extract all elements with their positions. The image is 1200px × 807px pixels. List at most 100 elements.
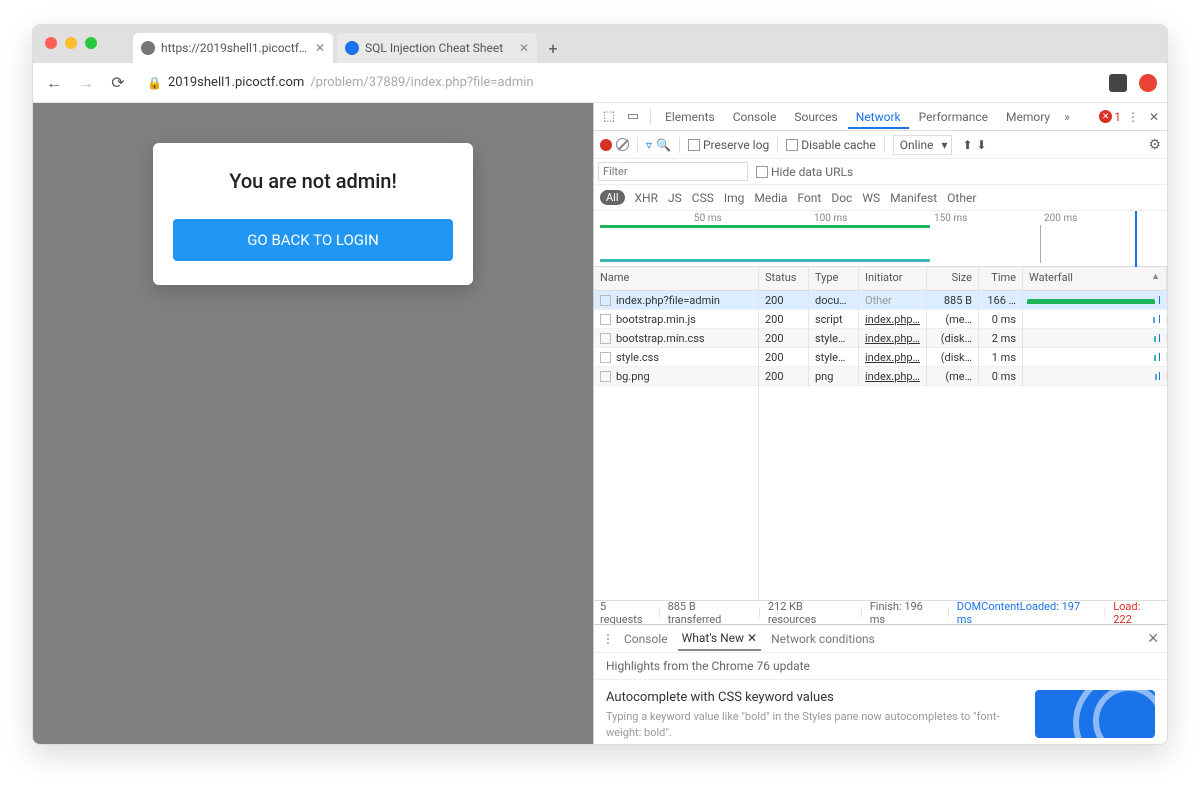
col-size[interactable]: Size <box>927 267 979 290</box>
col-waterfall[interactable]: Waterfall▲ <box>1023 267 1167 290</box>
waterfall-bar <box>1027 299 1155 304</box>
initiator-link[interactable]: index.php… <box>865 351 920 364</box>
error-badge[interactable]: ✕1 <box>1099 110 1121 124</box>
filter-js[interactable]: JS <box>668 191 682 205</box>
file-icon <box>600 371 611 382</box>
hide-data-urls-checkbox[interactable]: Hide data URLs <box>756 165 853 179</box>
extension-icon[interactable] <box>1109 74 1127 92</box>
tab-sources[interactable]: Sources <box>786 105 845 129</box>
go-back-button[interactable]: GO BACK TO LOGIN <box>173 219 453 261</box>
initiator-link[interactable]: index.php… <box>865 370 920 383</box>
drawer-tab-console[interactable]: Console <box>620 628 672 650</box>
drawer-tab-whatsnew[interactable]: What's New ✕ <box>678 627 761 651</box>
col-initiator[interactable]: Initiator <box>859 267 927 290</box>
reload-button[interactable]: ⟳ <box>107 73 129 92</box>
settings-icon[interactable]: ⚙ <box>1148 137 1161 153</box>
browser-tab[interactable]: SQL Injection Cheat Sheet ✕ <box>337 33 537 63</box>
tab-network[interactable]: Network <box>848 105 909 129</box>
file-icon <box>600 333 611 344</box>
table-row[interactable]: bg.png200pngindex.php…(me…0 ms <box>594 367 1167 386</box>
devtools-close-icon[interactable]: ✕ <box>1145 110 1163 124</box>
devtools-menu-icon[interactable]: ⋮ <box>1123 110 1143 124</box>
minimize-window-button[interactable] <box>65 37 77 49</box>
maximize-window-button[interactable] <box>85 37 97 49</box>
record-button[interactable] <box>600 139 612 151</box>
devtools-drawer: ⋮ Console What's New ✕ Network condition… <box>594 624 1167 744</box>
file-icon <box>600 314 611 325</box>
tabstrip: https://2019shell1.picoctf.com ✕ SQL Inj… <box>33 25 1167 63</box>
col-name[interactable]: Name <box>594 267 759 290</box>
filter-ws[interactable]: WS <box>862 191 880 205</box>
filter-media[interactable]: Media <box>754 191 787 205</box>
col-status[interactable]: Status <box>759 267 809 290</box>
devtools-tabbar: ⬚ ▭ Elements Console Sources Network Per… <box>594 103 1167 131</box>
col-type[interactable]: Type <box>809 267 859 290</box>
network-summary: 5 requests| 885 B transferred| 212 KB re… <box>594 600 1167 624</box>
filter-css[interactable]: CSS <box>692 191 714 205</box>
tab-memory[interactable]: Memory <box>998 105 1058 129</box>
filter-img[interactable]: Img <box>724 191 745 205</box>
throttling-select[interactable]: Online ▾ <box>893 135 953 155</box>
drawer-close-icon[interactable]: ✕ <box>1147 631 1159 647</box>
filter-icon[interactable]: ▿ <box>646 138 652 152</box>
initiator-link[interactable]: index.php… <box>865 332 920 345</box>
table-row[interactable]: index.php?file=admin200docu…Other885 B16… <box>594 291 1167 310</box>
favicon-icon <box>345 41 359 55</box>
lock-icon: 🔒 <box>147 76 162 90</box>
close-window-button[interactable] <box>45 37 57 49</box>
browser-tab-active[interactable]: https://2019shell1.picoctf.com ✕ <box>133 33 333 63</box>
close-tab-icon[interactable]: ✕ <box>315 41 325 55</box>
table-row[interactable]: bootstrap.min.js200scriptindex.php…(me…0… <box>594 310 1167 329</box>
download-icon[interactable]: ⬇ <box>977 138 987 152</box>
close-tab-icon[interactable]: ✕ <box>519 41 529 55</box>
drawer-tab-network-conditions[interactable]: Network conditions <box>767 628 879 650</box>
filter-all[interactable]: All <box>600 190 625 205</box>
file-icon <box>600 295 611 306</box>
tab-console[interactable]: Console <box>725 105 785 129</box>
device-icon[interactable]: ▭ <box>622 109 644 124</box>
load-line <box>1159 353 1160 361</box>
disable-cache-checkbox[interactable]: Disable cache <box>786 138 876 152</box>
error-dot-icon: ✕ <box>1099 110 1112 123</box>
col-time[interactable]: Time <box>979 267 1023 290</box>
waterfall-tick <box>1155 374 1157 380</box>
filter-row: Hide data URLs <box>594 159 1167 185</box>
back-button[interactable]: ← <box>43 73 65 93</box>
table-header: Name Status Type Initiator Size Time Wat… <box>594 267 1167 291</box>
summary-load: Load: 222 <box>1113 600 1161 626</box>
timeline-label: 150 ms <box>934 213 967 224</box>
whatsnew-highlight: Highlights from the Chrome 76 update <box>594 653 1167 680</box>
timeline-label: 200 ms <box>1044 213 1077 224</box>
type-filter-row: All XHR JS CSS Img Media Font Doc WS Man… <box>594 185 1167 211</box>
address-bar: ← → ⟳ 🔒 2019shell1.picoctf.com/problem/3… <box>33 63 1167 103</box>
filter-input[interactable] <box>598 162 748 181</box>
network-table: Name Status Type Initiator Size Time Wat… <box>594 267 1167 600</box>
table-row[interactable]: style.css200style…index.php…(disk…1 ms <box>594 348 1167 367</box>
clear-button[interactable] <box>616 138 629 151</box>
filter-doc[interactable]: Doc <box>831 191 852 205</box>
new-tab-button[interactable]: + <box>541 36 565 60</box>
extension-icon[interactable] <box>1139 74 1157 92</box>
page-heading: You are not admin! <box>173 169 453 193</box>
table-row[interactable]: bootstrap.min.css200style…index.php…(dis… <box>594 329 1167 348</box>
tab-performance[interactable]: Performance <box>911 105 996 129</box>
drawer-menu-icon[interactable]: ⋮ <box>602 632 614 646</box>
filter-manifest[interactable]: Manifest <box>890 191 937 205</box>
upload-icon[interactable]: ⬆ <box>962 138 972 152</box>
filter-font[interactable]: Font <box>797 191 821 205</box>
summary-dcl: DOMContentLoaded: 197 ms <box>957 600 1097 626</box>
initiator-link: Other <box>865 294 892 307</box>
initiator-link[interactable]: index.php… <box>865 313 920 326</box>
search-icon[interactable]: 🔍 <box>656 138 671 152</box>
tab-elements[interactable]: Elements <box>657 105 723 129</box>
preserve-log-checkbox[interactable]: Preserve log <box>688 138 769 152</box>
more-tabs-icon[interactable]: » <box>1060 110 1074 124</box>
filter-xhr[interactable]: XHR <box>635 191 658 205</box>
timeline-overview[interactable]: 50 ms 100 ms 150 ms 200 ms <box>594 211 1167 267</box>
url-input[interactable]: 🔒 2019shell1.picoctf.com/problem/37889/i… <box>139 71 1099 94</box>
forward-button[interactable]: → <box>75 73 97 93</box>
inspect-icon[interactable]: ⬚ <box>598 109 620 124</box>
timeline-load-marker <box>1135 211 1137 267</box>
filter-other[interactable]: Other <box>947 191 976 205</box>
extension-icons <box>1109 74 1157 92</box>
